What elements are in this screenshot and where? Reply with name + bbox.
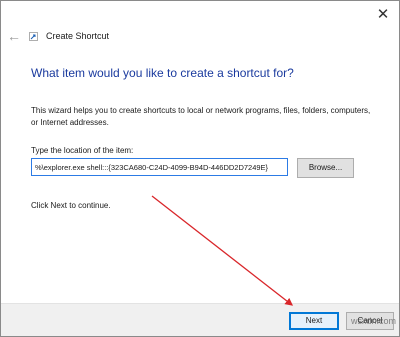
watermark: wsxdn.com — [351, 316, 397, 326]
wizard-title: Create Shortcut — [46, 31, 110, 41]
title-bar: ✕ — [1, 1, 399, 31]
continue-hint: Click Next to continue. — [31, 201, 111, 210]
location-label: Type the location of the item: — [31, 146, 134, 155]
next-button[interactable]: Next — [289, 312, 339, 330]
close-icon[interactable]: ✕ — [375, 7, 391, 23]
location-input[interactable] — [31, 158, 288, 176]
create-shortcut-dialog: ✕ ← Create Shortcut What item would you … — [0, 0, 400, 337]
shortcut-app-icon — [29, 32, 38, 41]
back-arrow-icon[interactable]: ← — [7, 29, 21, 43]
page-heading: What item would you like to create a sho… — [31, 66, 294, 80]
wizard-description: This wizard helps you to create shortcut… — [31, 106, 371, 127]
button-footer — [1, 303, 399, 336]
browse-button[interactable]: Browse... — [297, 158, 354, 178]
